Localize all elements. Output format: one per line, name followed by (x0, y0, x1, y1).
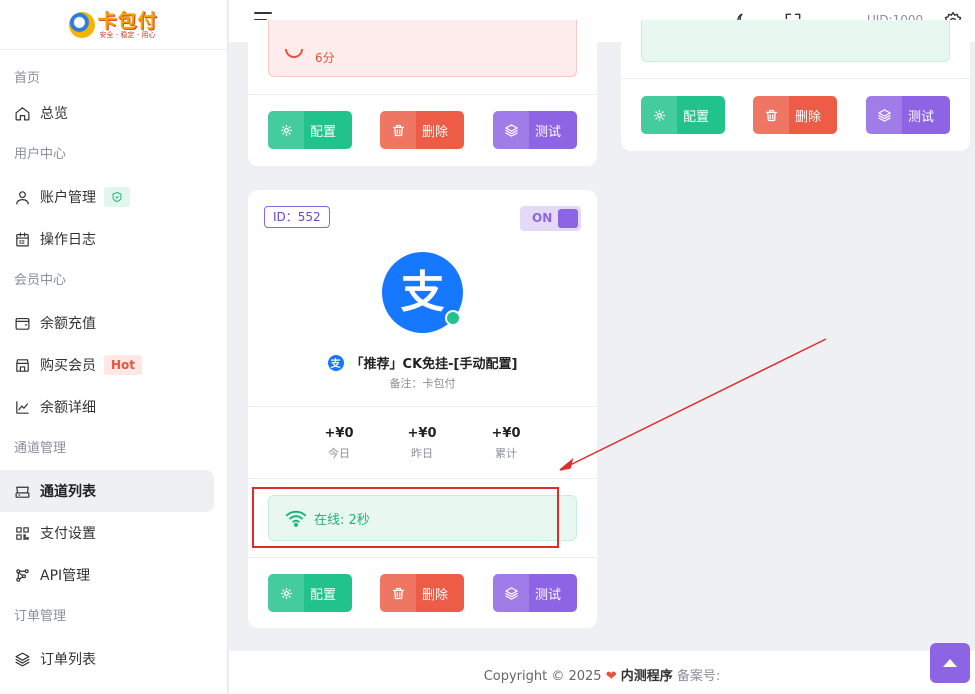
sidebar-item-label: 余额充值 (40, 316, 96, 332)
trash-icon (753, 96, 789, 134)
trash-icon (380, 574, 416, 612)
sidebar-item-operation-log[interactable]: 操作日志 (0, 218, 214, 260)
sidebar-item-account[interactable]: 账户管理 (0, 176, 214, 218)
sidebar-item-label: 通道列表 (40, 484, 96, 500)
calendar-icon (13, 230, 31, 248)
scroll-to-top-button[interactable] (930, 643, 970, 683)
toggle-knob (558, 209, 578, 228)
chart-line-icon (13, 398, 31, 416)
nav-section-user: 用户中心 (14, 147, 67, 162)
shield-badge (104, 187, 130, 207)
layers-icon (13, 650, 31, 668)
wallet-icon (13, 314, 31, 332)
arrow-up-icon (943, 659, 957, 667)
gear-icon (268, 111, 304, 149)
sidebar-item-recharge[interactable]: 余额充值 (0, 302, 214, 344)
config-button[interactable]: 配置 (268, 574, 352, 612)
footer: Copyright © 2025 ❤ 内测程序 备案号: (229, 651, 975, 694)
config-button[interactable]: 配置 (268, 111, 352, 149)
user-icon (13, 188, 31, 206)
test-button[interactable]: 测试 (866, 96, 950, 134)
sidebar-item-label: 余额详细 (40, 400, 96, 416)
stat-value: +¥0 (491, 426, 521, 441)
home-icon (13, 104, 31, 122)
drive-icon (13, 482, 31, 500)
footer-copyright: Copyright © 2025 (483, 669, 602, 684)
layers-icon (866, 96, 902, 134)
channel-card-top-left: 6分 配置 删除 测试 (248, 20, 597, 166)
channel-remark: 备注：卡包付 (389, 377, 456, 390)
stat-label: 累计 (495, 447, 517, 460)
sidebar-item-label: 账户管理 (40, 190, 96, 206)
footer-brand[interactable]: 内测程序 (621, 669, 673, 684)
nav-section-order: 订单管理 (14, 609, 67, 624)
brand-logo[interactable]: 卡包付 安全 - 稳定 - 用心 (69, 11, 157, 39)
delete-button[interactable]: 删除 (380, 574, 464, 612)
error-alert-icon (285, 49, 303, 58)
logo-title: 卡包付 (97, 9, 158, 32)
stat-total: +¥0 累计 (476, 426, 536, 461)
store-icon (13, 356, 31, 374)
sidebar-item-channel-list[interactable]: 通道列表 (0, 470, 214, 512)
sidebar-item-label: 操作日志 (40, 232, 96, 248)
delete-button[interactable]: 删除 (380, 111, 464, 149)
sidebar-item-label: 支付设置 (40, 526, 96, 542)
online-status-dot (445, 310, 461, 326)
gear-icon (641, 96, 677, 134)
sidebar-item-order-list[interactable]: 订单列表 (0, 638, 214, 680)
sidebar-item-label: 购买会员 (40, 358, 96, 374)
sidebar: 卡包付 安全 - 稳定 - 用心 首页 总览 用户中心 账户管理 操作日志 会员… (0, 0, 228, 694)
channel-card-top-right: 配置 删除 测试 (621, 20, 970, 151)
trash-icon (380, 111, 416, 149)
layers-icon (493, 574, 529, 612)
footer-beian[interactable]: 备案号: (677, 669, 720, 684)
test-button[interactable]: 测试 (493, 111, 577, 149)
logo-subtitle: 安全 - 稳定 - 用心 (99, 30, 156, 39)
config-button[interactable]: 配置 (641, 96, 725, 134)
channel-id-badge: ID：552 (264, 206, 330, 228)
layers-icon (493, 111, 529, 149)
channel-card-552: ID：552 ON 支 支 「推荐」CK免挂-[手动配置] 备注：卡包付 +¥0… (248, 190, 597, 628)
qrcode-icon (13, 524, 31, 542)
nav-section-member: 会员中心 (14, 273, 67, 288)
alipay-mini-icon: 支 (327, 354, 344, 371)
stat-today: +¥0 今日 (309, 426, 369, 461)
sidebar-item-buy-membership[interactable]: 购买会员 Hot (0, 344, 214, 386)
shield-check-icon (112, 191, 122, 203)
logo-area: 卡包付 安全 - 稳定 - 用心 (0, 0, 227, 50)
stat-label: 昨日 (411, 447, 433, 460)
network-icon (13, 566, 31, 584)
hot-badge: Hot (104, 355, 143, 375)
test-button[interactable]: 测试 (493, 574, 577, 612)
sidebar-item-label: API管理 (40, 568, 91, 584)
gear-icon (268, 574, 304, 612)
stat-value: +¥0 (324, 426, 354, 441)
sidebar-item-label: 总览 (40, 106, 68, 122)
error-alert-text: 6分 (315, 51, 335, 65)
sidebar-item-payment-settings[interactable]: 支付设置 (0, 512, 214, 554)
channel-name: 支 「推荐」CK免挂-[手动配置] (248, 353, 597, 372)
channel-toggle[interactable]: ON (520, 206, 581, 231)
logo-mark-icon (69, 11, 96, 38)
heart-icon: ❤ (605, 669, 617, 684)
stat-value: +¥0 (407, 426, 437, 441)
sidebar-item-balance-detail[interactable]: 余额详细 (0, 386, 214, 428)
nav-section-channel: 通道管理 (14, 441, 67, 456)
delete-button[interactable]: 删除 (753, 96, 837, 134)
annotation-highlight-box (252, 487, 559, 548)
sidebar-item-api[interactable]: API管理 (0, 554, 214, 596)
sidebar-item-label: 订单列表 (40, 652, 96, 668)
online-alert (641, 20, 950, 62)
stat-yesterday: +¥0 昨日 (392, 426, 452, 461)
stat-label: 今日 (328, 447, 350, 460)
error-alert: 6分 (268, 20, 577, 77)
